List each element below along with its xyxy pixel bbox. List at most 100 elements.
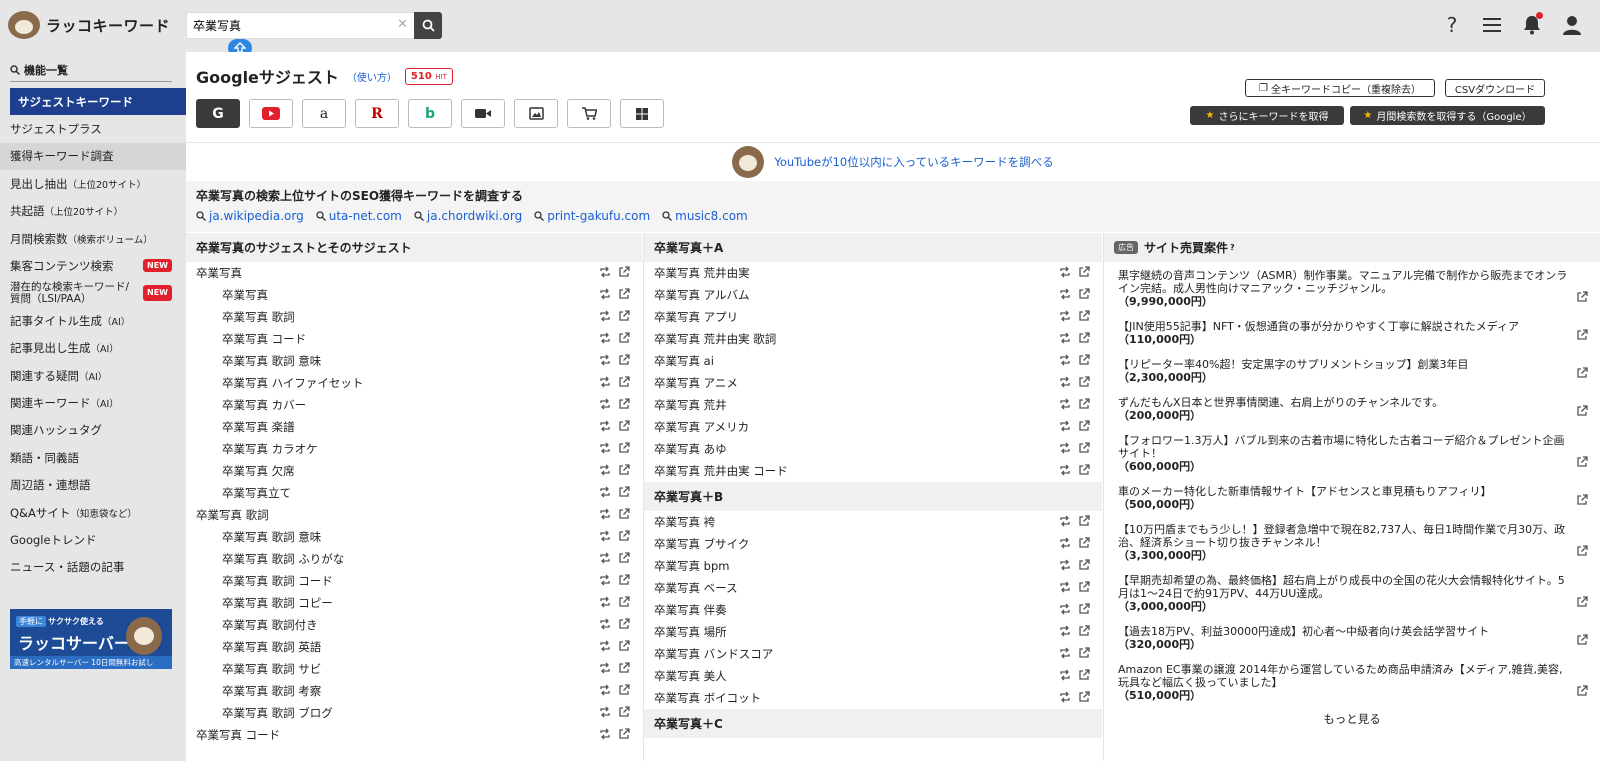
sidebar-item[interactable]: 関連ハッシュタグ: [0, 417, 186, 444]
re-suggest-icon[interactable]: [1059, 625, 1071, 637]
external-link-icon[interactable]: [1576, 291, 1588, 306]
amazon-tab[interactable]: a: [302, 99, 346, 128]
keyword-row[interactable]: 卒業写真 美人: [644, 665, 1102, 687]
re-suggest-icon[interactable]: [1059, 537, 1071, 549]
re-suggest-icon[interactable]: [599, 266, 611, 278]
sidebar-item[interactable]: 記事タイトル生成 （AI）: [0, 307, 186, 334]
external-link-icon[interactable]: [618, 596, 630, 608]
re-suggest-icon[interactable]: [599, 332, 611, 344]
external-link-icon[interactable]: [1078, 376, 1090, 388]
external-link-icon[interactable]: [618, 266, 630, 278]
sidebar-item[interactable]: 共起語 （上位20サイト）: [0, 198, 186, 225]
re-suggest-icon[interactable]: [1059, 581, 1071, 593]
site-sale-item[interactable]: 【早期売却希望の為、最終価格】超右肩上がり成長中の全国の花火大会情報特化サイト。…: [1104, 571, 1600, 616]
rakko-server-banner[interactable]: 手軽に サクサク使える ラッコサーバー 高速レンタルサーバー 10日間無料お試し: [10, 609, 172, 669]
sidebar-item[interactable]: 類語・同義語: [0, 444, 186, 471]
bing-tab[interactable]: b: [408, 99, 452, 128]
sidebar-item[interactable]: サジェストキーワード: [10, 88, 186, 115]
keyword-row[interactable]: 卒業写真 歌詞: [186, 504, 642, 526]
rakuten-tab[interactable]: R: [355, 99, 399, 128]
seo-site-link[interactable]: ja.chordwiki.org: [414, 209, 522, 223]
get-more-keywords-button[interactable]: ★ さらにキーワードを取得: [1190, 106, 1344, 125]
external-link-icon[interactable]: [618, 640, 630, 652]
keyword-row[interactable]: 卒業写真 荒井由実: [644, 262, 1102, 284]
external-link-icon[interactable]: [1078, 464, 1090, 476]
keyword-row[interactable]: 卒業写真 アルバム: [644, 284, 1102, 306]
keyword-row[interactable]: 卒業写真 ハイファイセット: [186, 372, 642, 394]
external-link-icon[interactable]: [1078, 691, 1090, 703]
keyword-row[interactable]: 卒業写真 場所: [644, 621, 1102, 643]
external-link-icon[interactable]: [1078, 398, 1090, 410]
re-suggest-icon[interactable]: [599, 464, 611, 476]
csv-download-button[interactable]: CSVダウンロード: [1445, 79, 1545, 97]
keyword-row[interactable]: 卒業写真 歌詞 コード: [186, 570, 642, 592]
re-suggest-icon[interactable]: [599, 442, 611, 454]
external-link-icon[interactable]: [1576, 456, 1588, 471]
keyword-row[interactable]: 卒業写真立て: [186, 482, 642, 504]
external-link-icon[interactable]: [618, 288, 630, 300]
external-link-icon[interactable]: [618, 662, 630, 674]
re-suggest-icon[interactable]: [599, 508, 611, 520]
video-tab[interactable]: [461, 99, 505, 128]
sidebar-item[interactable]: 記事見出し生成 （AI）: [0, 335, 186, 362]
re-suggest-icon[interactable]: [599, 706, 611, 718]
external-link-icon[interactable]: [1078, 647, 1090, 659]
youtube-keyword-link[interactable]: YouTubeが10位以内に入っているキーワードを調べる: [774, 154, 1053, 170]
re-suggest-icon[interactable]: [599, 684, 611, 696]
keyword-row[interactable]: 卒業写真: [186, 262, 642, 284]
seo-site-link[interactable]: print-gakufu.com: [534, 209, 650, 223]
external-link-icon[interactable]: [1576, 596, 1588, 611]
keyword-row[interactable]: 卒業写真 カラオケ: [186, 438, 642, 460]
keyword-row[interactable]: 卒業写真 荒井由実 コード: [644, 460, 1102, 482]
external-link-icon[interactable]: [1576, 494, 1588, 509]
external-link-icon[interactable]: [618, 728, 630, 740]
keyword-row[interactable]: 卒業写真 アニメ: [644, 372, 1102, 394]
keyword-row[interactable]: 卒業写真 歌詞: [186, 306, 642, 328]
re-suggest-icon[interactable]: [599, 530, 611, 542]
re-suggest-icon[interactable]: [1059, 647, 1071, 659]
sidebar-item[interactable]: 周辺語・連想語: [0, 472, 186, 499]
re-suggest-icon[interactable]: [599, 376, 611, 388]
external-link-icon[interactable]: [618, 684, 630, 696]
keyword-row[interactable]: 卒業写真 袴: [644, 511, 1102, 533]
site-sale-item[interactable]: 【過去18万PV、利益30000円達成】初心者〜中級者向け英会話学習サイト （32…: [1104, 622, 1600, 654]
external-link-icon[interactable]: [1576, 634, 1588, 649]
keyword-row[interactable]: 卒業写真 歌詞付き: [186, 614, 642, 636]
seo-site-link[interactable]: ja.wikipedia.org: [196, 209, 304, 223]
external-link-icon[interactable]: [1078, 669, 1090, 681]
re-suggest-icon[interactable]: [599, 288, 611, 300]
keyword-row[interactable]: 卒業写真 歌詞 ふりがな: [186, 548, 642, 570]
keyword-row[interactable]: 卒業写真 コード: [186, 724, 642, 746]
external-link-icon[interactable]: [618, 508, 630, 520]
re-suggest-icon[interactable]: [599, 420, 611, 432]
external-link-icon[interactable]: [618, 354, 630, 366]
re-suggest-icon[interactable]: [1059, 398, 1071, 410]
external-link-icon[interactable]: [618, 464, 630, 476]
copy-all-button[interactable]: ❐ 全キーワードコピー（重複除去）: [1245, 79, 1435, 97]
sidebar-item[interactable]: 月間検索数 （検索ボリューム）: [0, 225, 186, 252]
keyword-row[interactable]: 卒業写真 アプリ: [644, 306, 1102, 328]
external-link-icon[interactable]: [1078, 537, 1090, 549]
keyword-row[interactable]: 卒業写真 歌詞 ブログ: [186, 702, 642, 724]
keyword-row[interactable]: 卒業写真 歌詞 意味: [186, 350, 642, 372]
external-link-icon[interactable]: [1078, 603, 1090, 615]
external-link-icon[interactable]: [618, 574, 630, 586]
external-link-icon[interactable]: [1576, 545, 1588, 560]
external-link-icon[interactable]: [1078, 442, 1090, 454]
site-sale-item[interactable]: 【10万円盾までもう少し！】登録者急増中で現在82,737人、毎日1時間作業で月…: [1104, 520, 1600, 565]
google-tab[interactable]: G: [196, 99, 240, 128]
site-sale-item[interactable]: 車のメーカー特化した新車情報サイト【アドセンスと車見積もりアフィリ】 （500,0…: [1104, 482, 1600, 514]
re-suggest-icon[interactable]: [1059, 442, 1071, 454]
external-link-icon[interactable]: [1576, 367, 1588, 382]
external-link-icon[interactable]: [1078, 310, 1090, 322]
get-search-volume-button[interactable]: ★ 月間検索数を取得する（Google）: [1350, 106, 1545, 125]
image-tab[interactable]: [514, 99, 558, 128]
external-link-icon[interactable]: [1078, 581, 1090, 593]
re-suggest-icon[interactable]: [599, 310, 611, 322]
search-button[interactable]: [414, 12, 442, 39]
re-suggest-icon[interactable]: [1059, 559, 1071, 571]
keyword-row[interactable]: 卒業写真 アメリカ: [644, 416, 1102, 438]
keyword-row[interactable]: 卒業写真 ベース: [644, 577, 1102, 599]
sidebar-item[interactable]: サジェストプラス: [0, 115, 186, 142]
seo-site-link[interactable]: music8.com: [662, 209, 748, 223]
